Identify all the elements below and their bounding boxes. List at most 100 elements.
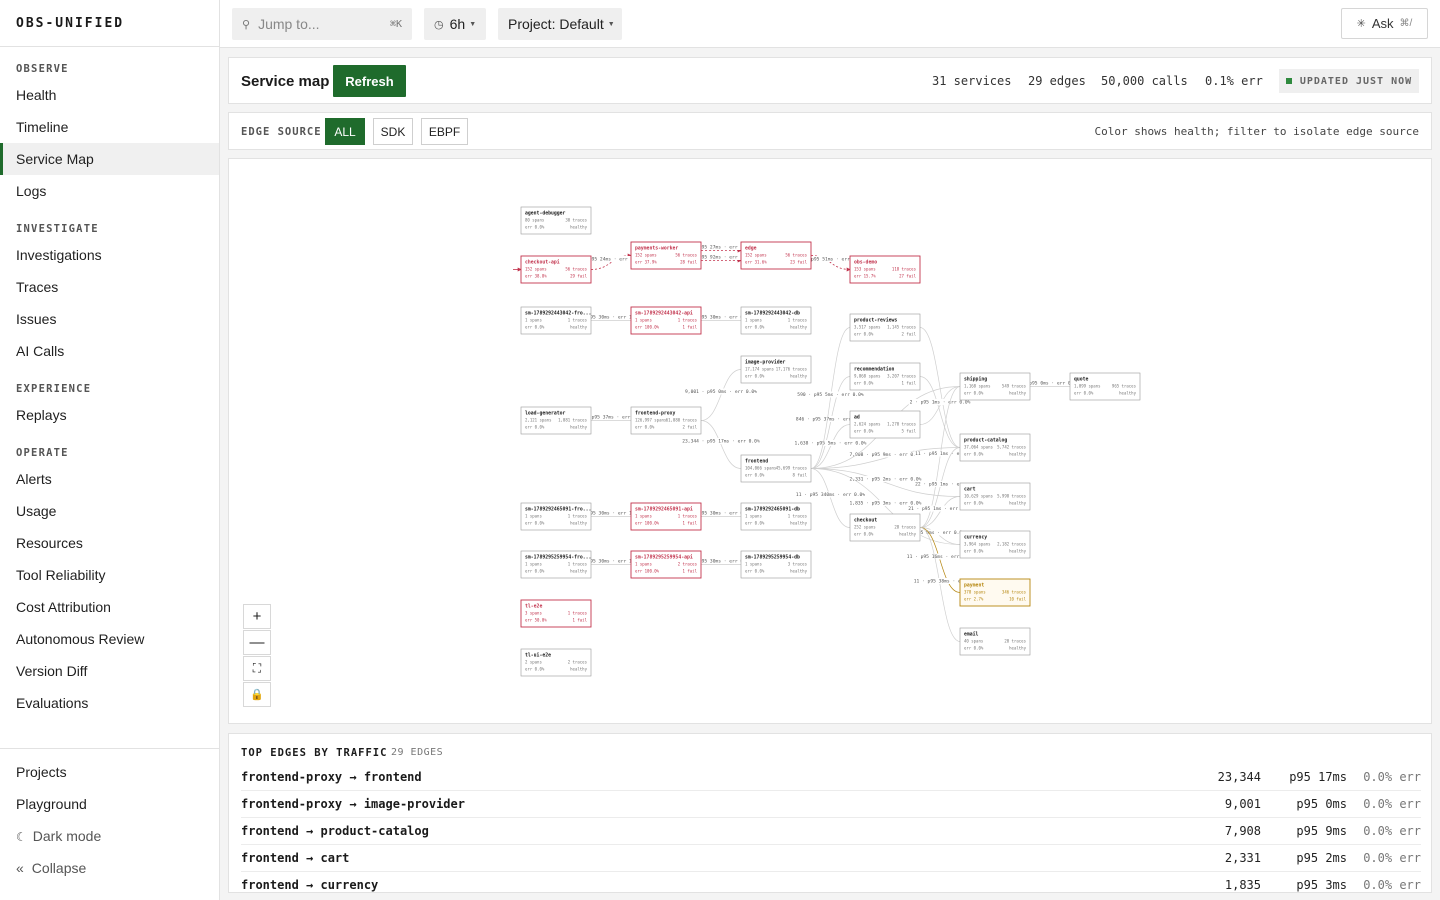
sidebar-item-logs[interactable]: Logs	[0, 175, 219, 207]
time-range-value: 6h	[449, 16, 466, 32]
node-spans: 1 spans	[635, 318, 652, 323]
service-node[interactable]: checkout-api152 spans 56 traces err 38.8% 2…	[520, 255, 592, 284]
sidebar-item-health[interactable]: Health	[0, 79, 219, 111]
service-node[interactable]: checkout252 spans 28 traces err 0.0% health…	[849, 513, 921, 542]
edge-label: 7,908 · p95 9ms · err 0.0%	[850, 452, 922, 458]
service-node[interactable]: image-provider17,174 spans 17,176 traces e…	[740, 355, 812, 384]
table-row[interactable]: frontend-proxy → image-provider 9,001 p95 …	[241, 791, 1421, 818]
service-graph[interactable]: p95 24ms · err 1 p95 27ms · err 1 p95 92ms…	[229, 159, 1432, 724]
node-spans: 1 spans	[635, 562, 652, 567]
time-range-select[interactable]: ◷ 6h ▼	[424, 8, 486, 40]
node-err: err 0.0%	[854, 381, 874, 386]
node-status: healthy	[570, 667, 587, 672]
service-node[interactable]: quote1,099 spans 965 traces err 0.0% health…	[1069, 372, 1141, 401]
fit-view-button[interactable]: ⛶	[243, 656, 271, 681]
service-node[interactable]: sm-1789292465091-fro...1 spans 1 traces er…	[520, 502, 591, 531]
service-node[interactable]: currency3,964 spans 2,182 traces err 0.0% h…	[959, 530, 1031, 559]
node-name: ad	[854, 415, 860, 421]
sidebar-item-tool-reliability[interactable]: Tool Reliability	[0, 559, 219, 591]
sidebar-item-resources[interactable]: Resources	[0, 527, 219, 559]
service-node[interactable]: payments-worker152 spans 56 traces err 37.…	[630, 241, 702, 270]
graph-edge[interactable]	[919, 447, 961, 528]
sidebar-item-service-map[interactable]: Service Map	[0, 143, 219, 175]
graph-edge[interactable]	[919, 386, 961, 425]
sidebar-item-investigations[interactable]: Investigations	[0, 239, 219, 271]
table-row[interactable]: frontend → cart 2,331 p95 2ms 0.0% err	[241, 845, 1421, 872]
sidebar-item-cost-attribution[interactable]: Cost Attribution	[0, 591, 219, 623]
sidebar-item-timeline[interactable]: Timeline	[0, 111, 219, 143]
sidebar-item-evaluations[interactable]: Evaluations	[0, 687, 219, 719]
node-name: sm-1789292465091-fro...	[525, 507, 591, 513]
service-node[interactable]: sm-1789292443042-fro...1 spans 1 traces er…	[520, 306, 591, 335]
filter-all-button[interactable]: ALL	[325, 118, 365, 145]
graph-edge[interactable]	[700, 369, 742, 421]
nav-playground[interactable]: Playground	[0, 788, 219, 820]
service-node[interactable]: sm-1789292443042-db1 spans 1 traces err 0.…	[740, 306, 812, 335]
service-node[interactable]: sm-1789292465091-db1 spans 1 traces err 0.…	[740, 502, 812, 531]
collapse-sidebar-button[interactable]: « Collapse	[0, 852, 219, 884]
refresh-button[interactable]: Refresh	[333, 65, 406, 97]
service-node[interactable]: cart10,629 spans 5,998 traces err 0.0% heal…	[959, 482, 1031, 511]
lock-button[interactable]: 🔒	[243, 682, 271, 707]
service-node[interactable]: recommendation9,868 spans 3,207 traces err…	[849, 362, 921, 391]
graph-edge[interactable]	[810, 376, 851, 469]
edge-label: p95 0ms · err 0.0%	[915, 530, 965, 536]
node-err: err 100.0%	[635, 325, 660, 330]
zoom-out-button[interactable]: —	[243, 630, 271, 655]
sidebar-item-ai-calls[interactable]: AI Calls	[0, 335, 219, 367]
table-row[interactable]: frontend-proxy → frontend 23,344 p95 17ms 0…	[241, 764, 1421, 791]
service-node[interactable]: edge152 spans 56 traces err 31.6% 23 fail	[740, 241, 812, 270]
node-status: 29 fail	[570, 274, 587, 279]
service-node[interactable]: ad2,624 spans 1,270 traces err 0.0% 5 fail	[849, 410, 921, 439]
ask-button[interactable]: ✳ Ask ⌘/	[1341, 8, 1428, 39]
service-node[interactable]: agent-debugger80 spans 30 traces err 0.0% h…	[520, 206, 592, 235]
sidebar-item-traces[interactable]: Traces	[0, 271, 219, 303]
service-node[interactable]: sm-1789295259954-api1 spans 2 traces err 1…	[630, 550, 702, 579]
sidebar-item-replays[interactable]: Replays	[0, 399, 219, 431]
service-node[interactable]: frontend104,066 spans 45,699 traces err 0.…	[740, 454, 812, 483]
service-node[interactable]: sm-1789295259954-db1 spans 3 traces err 0.…	[740, 550, 812, 579]
dark-mode-label: Dark mode	[32, 828, 102, 844]
zoom-in-button[interactable]: +	[243, 604, 271, 629]
filter-ebpf-button[interactable]: EBPF	[421, 118, 468, 145]
service-node[interactable]: sm-1789292443042-api1 spans 1 traces err 1…	[630, 306, 702, 335]
node-name: sm-1789295259954-db	[745, 555, 800, 561]
filter-sdk-button[interactable]: SDK	[373, 118, 413, 145]
sidebar-item-issues[interactable]: Issues	[0, 303, 219, 335]
service-node[interactable]: shipping1,168 spans 549 traces err 0.0% hea…	[959, 372, 1031, 401]
sidebar-item-alerts[interactable]: Alerts	[0, 463, 219, 495]
node-status: 1 fail	[683, 325, 698, 330]
service-map-canvas[interactable]: p95 24ms · err 1 p95 27ms · err 1 p95 92ms…	[228, 158, 1432, 724]
node-err: err 2.7%	[964, 597, 984, 602]
sidebar-item-usage[interactable]: Usage	[0, 495, 219, 527]
graph-edge[interactable]	[700, 420, 742, 469]
service-node[interactable]: email40 spans 20 traces err 0.0% healthy	[959, 627, 1031, 656]
service-node[interactable]: sm-1789292465091-api1 spans 1 traces err 1…	[630, 502, 702, 531]
project-select[interactable]: Project: Default ▼	[498, 8, 622, 40]
sidebar-item-version-diff[interactable]: Version Diff	[0, 655, 219, 687]
service-node[interactable]: sm-1789295259954-fro...1 spans 1 traces er…	[520, 550, 591, 579]
nav-projects[interactable]: Projects	[0, 756, 219, 788]
sidebar-bottom: Projects Playground ☾ Dark mode « Collapse	[0, 748, 219, 884]
node-traces: 30 traces	[565, 218, 587, 223]
service-node[interactable]: load-generator2,121 spans 1,081 traces err…	[520, 406, 592, 435]
node-spans: 1 spans	[745, 562, 762, 567]
sidebar-item-autonomous-review[interactable]: Autonomous Review	[0, 623, 219, 655]
service-node[interactable]: frontend-proxy126,997 spans 61,080 traces…	[630, 406, 702, 435]
service-node[interactable]: product-catalog37,064 spans 5,742 traces e…	[959, 433, 1031, 462]
service-node[interactable]: payment378 spans 346 traces err 2.7% 10 fai…	[959, 578, 1031, 607]
node-name: checkout	[854, 518, 877, 524]
jump-to-input[interactable]: ⚲ Jump to... ⌘K	[232, 8, 412, 40]
node-spans: 1 spans	[745, 318, 762, 323]
service-node[interactable]: tl-ui-e2e2 spans 2 traces err 0.0% healthy	[520, 648, 592, 677]
node-spans: 1 spans	[635, 514, 652, 519]
table-row[interactable]: frontend → product-catalog 7,908 p95 9ms 0.…	[241, 818, 1421, 845]
dark-mode-toggle[interactable]: ☾ Dark mode	[0, 820, 219, 852]
service-node[interactable]: tl-e2e3 spans 1 traces err 50.0% 1 fail	[520, 599, 592, 628]
service-node[interactable]: product-reviews3,517 spans 1,145 traces er…	[849, 313, 921, 342]
service-node[interactable]: obs-demo153 spans 118 traces err 15.7% 27 f…	[849, 255, 921, 284]
table-row[interactable]: frontend → currency 1,835 p95 3ms 0.0% err	[241, 872, 1421, 892]
node-err: err 37.9%	[635, 260, 657, 265]
graph-edge[interactable]	[810, 468, 851, 528]
node-status: healthy	[899, 532, 916, 537]
